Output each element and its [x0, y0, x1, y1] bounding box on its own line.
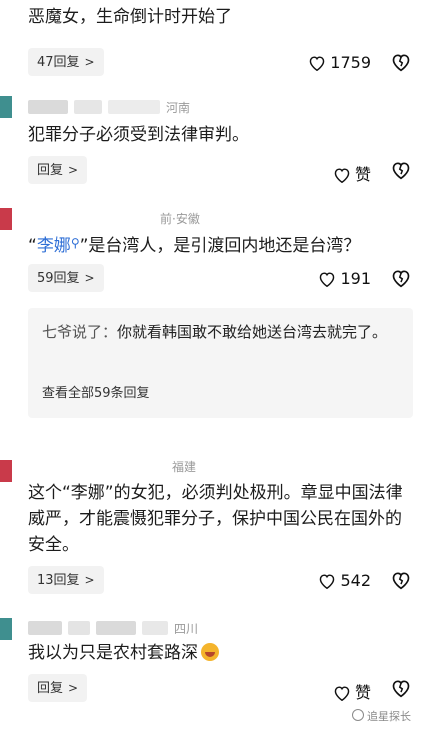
- comment-meta: 前·安徽: [160, 212, 200, 226]
- blurred-username: [74, 100, 102, 114]
- comment-1-text: 恶魔女，生命倒计时开始了: [28, 7, 232, 27]
- chevron-right-icon: >: [84, 271, 95, 285]
- view-all-replies-link[interactable]: 查看全部59条回复: [42, 382, 150, 401]
- comment-2-text: 犯罪分子必须受到法律审判。: [28, 125, 249, 145]
- reply-author[interactable]: 七爷说了：: [42, 323, 117, 341]
- reply-preview[interactable]: 七爷说了：你就看韩国敢不敢给她送台湾去就完了。 查看全部59条回复: [28, 308, 413, 418]
- comment-3-like-button[interactable]: 191: [318, 269, 371, 288]
- watermark: 追星探长: [352, 708, 411, 724]
- mention-link[interactable]: 李娜: [37, 236, 71, 256]
- reply-body: 你就看韩国敢不敢给她送台湾去就完了。: [117, 323, 388, 341]
- like-count: 赞: [354, 683, 371, 702]
- blurred-username: [108, 100, 160, 114]
- dislike-icon[interactable]: [391, 52, 411, 72]
- comment-1-like-button[interactable]: 1759: [308, 53, 371, 72]
- heart-icon: [334, 168, 350, 184]
- chevron-right-icon: >: [84, 55, 95, 69]
- comment-4-replies-button[interactable]: 13回复 >: [28, 566, 104, 594]
- comment-4-text: 这个“李娜”的女犯，必须判处极刑。章显中国法律威严，才能震慑犯罪分子，保护中国公…: [28, 483, 403, 555]
- comment-5-like-button[interactable]: 赞: [333, 679, 371, 703]
- watermark-text: 追星探长: [367, 710, 411, 723]
- location-label: 河南: [166, 101, 191, 115]
- like-count: 191: [340, 269, 371, 288]
- reply-count: 59回复: [37, 271, 80, 286]
- like-count: 1759: [330, 53, 371, 72]
- avatar[interactable]: [0, 96, 12, 118]
- like-count: 542: [340, 571, 371, 590]
- avatar[interactable]: [0, 618, 12, 640]
- comment-3-text: “李娜⚲”是台湾人，是引渡回内地还是台湾？: [28, 230, 403, 259]
- open-quote: “: [28, 236, 37, 256]
- heart-icon: [320, 272, 335, 288]
- comment-meta: 河南: [28, 99, 190, 116]
- comment-1-replies-button[interactable]: 47回复 >: [28, 48, 104, 76]
- comment-4-like-button[interactable]: 542: [318, 571, 371, 590]
- comment-2-like-button[interactable]: 赞: [333, 161, 371, 185]
- comment-5-replies-button[interactable]: 回复 >: [28, 674, 88, 702]
- chevron-right-icon: >: [68, 681, 79, 695]
- blurred-username: [28, 621, 62, 635]
- comment-meta: 福建: [172, 460, 197, 474]
- dislike-icon[interactable]: [391, 570, 411, 590]
- reply-count: 13回复: [37, 573, 80, 588]
- dislike-icon[interactable]: [391, 678, 411, 698]
- search-icon: ⚲: [70, 236, 80, 250]
- blurred-username: [28, 100, 68, 114]
- like-count: 赞: [354, 165, 371, 184]
- heart-icon: [310, 56, 325, 72]
- comment-5-text: 我以为只是农村套路深: [28, 640, 403, 666]
- comment-meta: 四川: [28, 620, 198, 637]
- reply-count: 47回复: [37, 55, 80, 70]
- dislike-icon[interactable]: [391, 160, 411, 180]
- location-label: 四川: [174, 622, 199, 636]
- chevron-right-icon: >: [84, 573, 95, 587]
- comment-3-text-rest: ”是台湾人，是引渡回内地还是台湾？: [79, 236, 361, 256]
- reply-count: 回复: [37, 163, 64, 178]
- blurred-username: [68, 621, 90, 635]
- avatar[interactable]: [0, 208, 12, 230]
- comment-2-replies-button[interactable]: 回复 >: [28, 156, 88, 184]
- blurred-username: [142, 621, 168, 635]
- blurred-username: [96, 621, 136, 635]
- laughing-emoji-icon: [201, 643, 219, 661]
- comment-3-replies-button[interactable]: 59回复 >: [28, 264, 104, 292]
- watermark-logo-icon: [352, 709, 364, 721]
- heart-icon: [320, 574, 335, 590]
- reply-preview-text: 七爷说了：你就看韩国敢不敢给她送台湾去就完了。: [42, 320, 403, 344]
- dislike-icon[interactable]: [391, 268, 411, 288]
- reply-count: 回复: [37, 681, 64, 696]
- heart-icon: [334, 686, 350, 702]
- chevron-right-icon: >: [68, 163, 79, 177]
- avatar[interactable]: [0, 460, 12, 482]
- comment-5-text-body: 我以为只是农村套路深: [28, 643, 198, 663]
